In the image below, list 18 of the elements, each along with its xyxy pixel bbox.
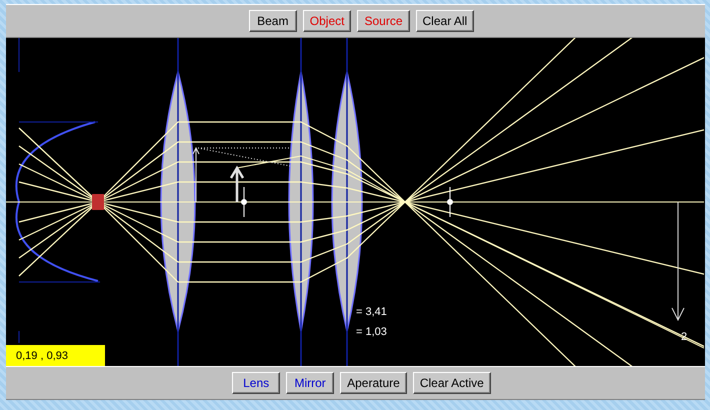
lens-drawing[interactable] (288, 38, 314, 366)
lens-drawing[interactable] (160, 38, 196, 366)
readout-text: = 1,03 (356, 326, 387, 338)
guide-line (18, 38, 20, 72)
coordinates-readout: 0,19 , 0,93 (6, 345, 105, 366)
guide-line (18, 330, 20, 344)
toolbar-button[interactable]: Aperature (340, 372, 407, 394)
focal-point-marker[interactable] (241, 186, 247, 218)
object-arrow[interactable] (230, 166, 244, 204)
toolbar-button[interactable]: Clear Active (412, 372, 491, 394)
readout-text: = 3,41 (356, 306, 387, 318)
mirror-drawing[interactable] (15, 121, 100, 282)
toolbar-button[interactable]: Mirror (286, 372, 334, 394)
focal-point-marker[interactable] (447, 186, 453, 218)
toolbar-button[interactable]: Lens (232, 372, 280, 394)
toolbar-button[interactable]: Beam (248, 10, 297, 32)
lens-drawing[interactable] (331, 38, 363, 366)
toolbar-button[interactable]: Clear All (416, 10, 474, 32)
